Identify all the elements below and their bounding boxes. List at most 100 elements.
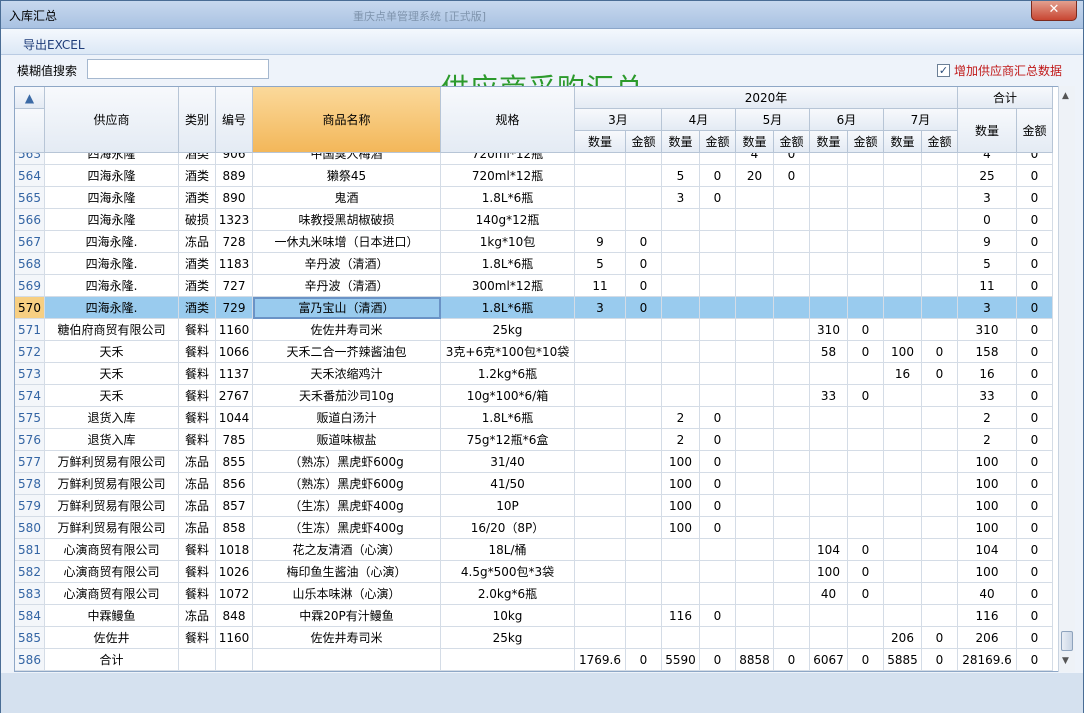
cell-spec[interactable]: 10kg <box>441 605 575 627</box>
col-header-qty[interactable]: 数量 <box>662 131 700 153</box>
cell-m5a[interactable] <box>774 209 810 231</box>
cell-m7a[interactable]: 0 <box>922 363 958 385</box>
cell-m3q[interactable] <box>575 209 626 231</box>
search-input[interactable] <box>87 59 269 79</box>
cell-m3a[interactable] <box>626 209 662 231</box>
cell-tq[interactable]: 16 <box>958 363 1017 385</box>
cell-spec[interactable]: 75g*12瓶*6盒 <box>441 429 575 451</box>
cell-m6a[interactable] <box>848 231 884 253</box>
cell-spec[interactable] <box>441 649 575 671</box>
cell-product[interactable]: 天禾二合一芥辣酱油包 <box>253 341 441 363</box>
cell-category[interactable] <box>179 649 216 671</box>
cell-tq[interactable]: 104 <box>958 539 1017 561</box>
cell-m3a[interactable] <box>626 165 662 187</box>
cell-m5q[interactable] <box>736 517 774 539</box>
cell-m4q[interactable] <box>662 627 700 649</box>
cell-m5a[interactable] <box>774 517 810 539</box>
cell-m7a[interactable] <box>922 605 958 627</box>
cell-ta[interactable]: 0 <box>1017 297 1053 319</box>
cell-m7a[interactable] <box>922 319 958 341</box>
cell-m3q[interactable] <box>575 561 626 583</box>
cell-ta[interactable]: 0 <box>1017 473 1053 495</box>
cell-supplier[interactable]: 天禾 <box>45 385 179 407</box>
cell-spec[interactable]: 41/50 <box>441 473 575 495</box>
cell-ta[interactable]: 0 <box>1017 627 1053 649</box>
cell-tq[interactable]: 5 <box>958 253 1017 275</box>
cell-m6q[interactable] <box>810 605 848 627</box>
cell-m7a[interactable]: 0 <box>922 341 958 363</box>
cell-ta[interactable]: 0 <box>1017 187 1053 209</box>
cell-product[interactable]: 味教授黑胡椒破损 <box>253 209 441 231</box>
cell-supplier[interactable]: 四海永隆. <box>45 297 179 319</box>
cell-m5q[interactable] <box>736 561 774 583</box>
cell-code[interactable]: 889 <box>216 165 253 187</box>
cell-m4q[interactable]: 2 <box>662 407 700 429</box>
cell-m4q[interactable] <box>662 319 700 341</box>
cell-m5q[interactable] <box>736 319 774 341</box>
cell-m4a[interactable]: 0 <box>700 517 736 539</box>
cell-tq[interactable]: 100 <box>958 473 1017 495</box>
cell-code[interactable]: 858 <box>216 517 253 539</box>
cell-m5a[interactable] <box>774 429 810 451</box>
cell-m7a[interactable] <box>922 407 958 429</box>
cell-m5a[interactable] <box>774 231 810 253</box>
cell-spec[interactable]: 1.8L*6瓶 <box>441 407 575 429</box>
cell-m6q[interactable]: 58 <box>810 341 848 363</box>
scroll-down-icon[interactable]: ▼ <box>1062 656 1069 666</box>
cell-m5q[interactable] <box>736 385 774 407</box>
cell-m6a[interactable]: 0 <box>848 561 884 583</box>
col-header-amount[interactable]: 金额 <box>922 131 958 153</box>
cell-category[interactable]: 酒类 <box>179 187 216 209</box>
cell-m7q[interactable]: 5885 <box>884 649 922 671</box>
cell-m7q[interactable] <box>884 517 922 539</box>
cell-m5a[interactable] <box>774 363 810 385</box>
cell-m7q[interactable]: 16 <box>884 363 922 385</box>
cell-supplier[interactable]: 佐佐井 <box>45 627 179 649</box>
cell-category[interactable]: 酒类 <box>179 275 216 297</box>
cell-m3q[interactable] <box>575 473 626 495</box>
cell-m6a[interactable] <box>848 495 884 517</box>
cell-supplier[interactable]: 天禾 <box>45 341 179 363</box>
cell-m6a[interactable] <box>848 187 884 209</box>
col-header-qty[interactable]: 数量 <box>884 131 922 153</box>
cell-m4a[interactable] <box>700 231 736 253</box>
cell-code[interactable]: 1018 <box>216 539 253 561</box>
cell-m4q[interactable]: 2 <box>662 429 700 451</box>
cell-m6q[interactable]: 33 <box>810 385 848 407</box>
cell-m5q[interactable] <box>736 583 774 605</box>
cell-m6q[interactable] <box>810 209 848 231</box>
cell-m6a[interactable] <box>848 165 884 187</box>
cell-m5a[interactable]: 0 <box>774 165 810 187</box>
cell-ta[interactable]: 0 <box>1017 165 1053 187</box>
cell-spec[interactable]: 300ml*12瓶 <box>441 275 575 297</box>
cell-spec[interactable]: 720ml*12瓶 <box>441 165 575 187</box>
cell-code[interactable]: 785 <box>216 429 253 451</box>
cell-product[interactable]: 天禾番茄沙司10g <box>253 385 441 407</box>
cell-category[interactable]: 酒类 <box>179 253 216 275</box>
cell-m7a[interactable] <box>922 385 958 407</box>
cell-ta[interactable]: 0 <box>1017 319 1053 341</box>
cell-m6a[interactable] <box>848 451 884 473</box>
col-header-product[interactable]: 商品名称 <box>253 87 441 153</box>
cell-m4q[interactable]: 116 <box>662 605 700 627</box>
cell-tq[interactable]: 3 <box>958 297 1017 319</box>
cell-spec[interactable]: 140g*12瓶 <box>441 209 575 231</box>
cell-m4q[interactable] <box>662 561 700 583</box>
cell-m3a[interactable] <box>626 583 662 605</box>
cell-m5q[interactable]: 8858 <box>736 649 774 671</box>
cell-m4a[interactable]: 0 <box>700 473 736 495</box>
cell-m5a[interactable] <box>774 187 810 209</box>
cell-category[interactable]: 冻品 <box>179 605 216 627</box>
cell-m4q[interactable]: 5590 <box>662 649 700 671</box>
cell-m7a[interactable] <box>922 473 958 495</box>
cell-m7q[interactable] <box>884 275 922 297</box>
cell-m6q[interactable] <box>810 363 848 385</box>
cell-spec[interactable]: 1.8L*6瓶 <box>441 297 575 319</box>
cell-m3q[interactable] <box>575 385 626 407</box>
cell-m5q[interactable] <box>736 341 774 363</box>
cell-supplier[interactable]: 万鲜利贸易有限公司 <box>45 495 179 517</box>
cell-m3q[interactable] <box>575 319 626 341</box>
cell-m3a[interactable] <box>626 319 662 341</box>
cell-m5a[interactable] <box>774 319 810 341</box>
cell-supplier[interactable]: 天禾 <box>45 363 179 385</box>
